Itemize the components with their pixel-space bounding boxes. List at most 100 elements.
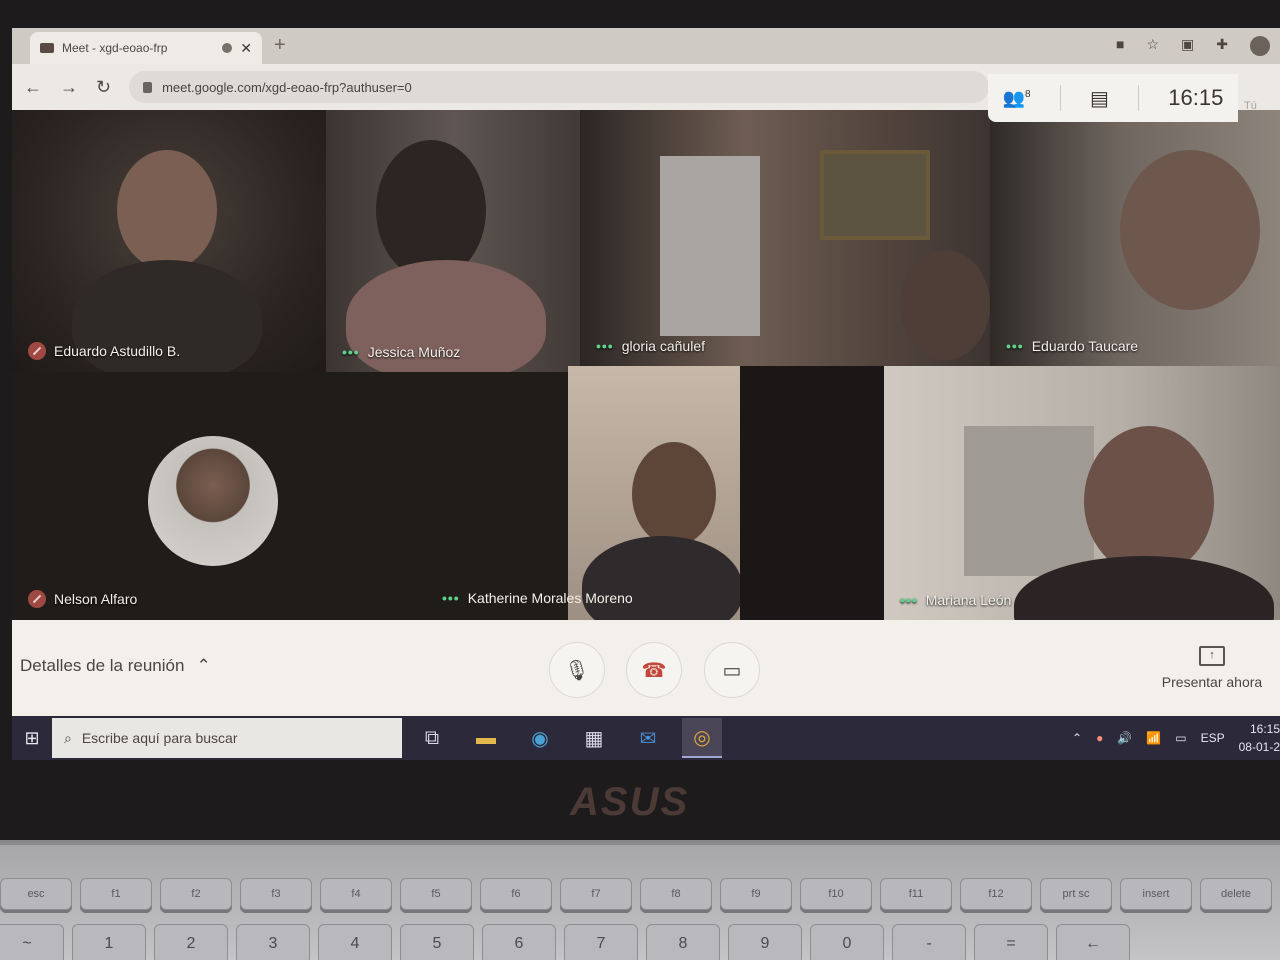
keyboard-key: delete bbox=[1200, 878, 1272, 910]
store-icon[interactable]: ▦ bbox=[574, 718, 614, 758]
keyboard-key: 7 bbox=[564, 924, 638, 960]
meeting-details-label: Detalles de la reunión bbox=[20, 656, 185, 675]
keyboard-key: ~ bbox=[0, 924, 64, 960]
asus-logo: ASUS bbox=[570, 780, 690, 824]
keyboard-key: f8 bbox=[640, 878, 712, 910]
pocket-icon[interactable]: ▣ bbox=[1181, 36, 1194, 56]
present-now-button[interactable]: ↑ Presentar ahora bbox=[1156, 646, 1268, 690]
participant-name-tag: Nelson Alfaro bbox=[28, 590, 137, 608]
participant-name-tag: ••• Jessica Muñoz bbox=[342, 344, 460, 360]
participant-avatar bbox=[148, 436, 278, 566]
tab-close-icon[interactable]: ✕ bbox=[240, 40, 252, 57]
lock-icon bbox=[143, 81, 153, 93]
speaking-indicator-icon: ••• bbox=[900, 592, 918, 608]
participant-tile[interactable]: Eduardo Astudillo B. bbox=[12, 110, 326, 372]
keyboard-key: f11 bbox=[880, 878, 952, 910]
participant-name: Jessica Muñoz bbox=[367, 344, 461, 360]
keyboard-key: 9 bbox=[728, 924, 802, 960]
tab-title: Meet - xgd-eoao-frp bbox=[62, 41, 168, 55]
microphone-icon: 🎙 bbox=[564, 659, 590, 682]
keyboard-key: 3 bbox=[236, 924, 310, 960]
keyboard-key: - bbox=[892, 924, 966, 960]
speaking-indicator-icon: ••• bbox=[442, 590, 460, 606]
camera-icon[interactable]: ■ bbox=[1116, 36, 1124, 56]
meeting-details-button[interactable]: Detalles de la reunión ⌃ bbox=[20, 656, 211, 676]
laptop-screen: Meet - xgd-eoao-frp ✕ + ■ ☆ ▣ ✚ ← → ↻ me… bbox=[12, 28, 1280, 760]
keyboard-key: 0 bbox=[810, 924, 884, 960]
hang-up-icon: ☎ bbox=[641, 659, 667, 682]
keyboard-key: 6 bbox=[482, 924, 556, 960]
meet-favicon-icon bbox=[40, 43, 54, 53]
present-screen-icon: ↑ bbox=[1199, 646, 1225, 666]
keyboard-key: 8 bbox=[646, 924, 720, 960]
participant-video bbox=[376, 140, 486, 280]
participant-tile[interactable] bbox=[568, 366, 740, 620]
language-indicator[interactable]: ESP bbox=[1201, 731, 1225, 745]
background-poster bbox=[964, 426, 1094, 576]
taskbar-date: 08-01-2 bbox=[1238, 740, 1280, 754]
taskbar-search-box[interactable]: ⌕ Escribe aquí para buscar bbox=[52, 718, 402, 758]
profile-avatar[interactable] bbox=[1250, 36, 1270, 56]
participant-count: 8 bbox=[1025, 88, 1031, 100]
edge-browser-icon[interactable]: ◉ bbox=[520, 718, 560, 758]
taskbar-search-placeholder: Escribe aquí para buscar bbox=[81, 730, 238, 746]
new-tab-button[interactable]: + bbox=[274, 34, 286, 57]
browser-extension-area: ■ ☆ ▣ ✚ bbox=[1116, 36, 1270, 56]
meet-top-controls: 👥8 ▤ 16:15 bbox=[988, 74, 1238, 122]
task-view-icon[interactable]: ⧉ bbox=[412, 718, 452, 758]
participant-name: Katherine Morales Moreno bbox=[467, 590, 633, 606]
microphone-button[interactable]: 🎙 bbox=[549, 642, 605, 698]
keyboard-key: 2 bbox=[154, 924, 228, 960]
mail-icon[interactable]: ✉ bbox=[628, 718, 668, 758]
file-explorer-icon[interactable]: ▬ bbox=[466, 718, 506, 758]
participant-tile[interactable]: ••• Mariana León bbox=[884, 366, 1280, 620]
participant-name: Eduardo Astudillo B. bbox=[54, 343, 181, 359]
end-call-button[interactable]: ☎ bbox=[626, 642, 682, 698]
participant-name-tag: ••• gloria cañulef bbox=[596, 338, 705, 354]
browser-tab-meet[interactable]: Meet - xgd-eoao-frp ✕ bbox=[30, 32, 262, 64]
meet-bottom-bar: Detalles de la reunión ⌃ 🎙 ☎ ▭ ↑ Present… bbox=[12, 620, 1280, 716]
windows-start-icon[interactable]: ⊞ bbox=[12, 716, 52, 760]
bookmark-star-icon[interactable]: ☆ bbox=[1146, 36, 1159, 56]
participant-name: Nelson Alfaro bbox=[54, 591, 138, 607]
keyboard-key: f6 bbox=[480, 878, 552, 910]
photo-stage: Meet - xgd-eoao-frp ✕ + ■ ☆ ▣ ✚ ← → ↻ me… bbox=[0, 0, 1280, 960]
participant-name: Mariana León bbox=[925, 592, 1012, 608]
keyboard-key: f2 bbox=[160, 878, 232, 910]
participant-video bbox=[117, 150, 217, 270]
keyboard-key: 4 bbox=[318, 924, 392, 960]
recording-dot-icon bbox=[222, 43, 233, 53]
network-error-icon[interactable]: ● bbox=[1096, 731, 1103, 745]
chrome-icon[interactable]: ◎ bbox=[682, 718, 722, 758]
video-tile-gap bbox=[740, 366, 884, 620]
address-bar[interactable]: meet.google.com/xgd-eoao-frp?authuser=0 bbox=[129, 71, 990, 103]
self-label: Tú bbox=[1244, 100, 1257, 112]
volume-icon[interactable]: 🔊 bbox=[1117, 731, 1132, 745]
participant-tile[interactable]: ••• Jessica Muñoz bbox=[326, 110, 580, 372]
participant-tile[interactable]: Nelson Alfaro bbox=[12, 372, 568, 620]
back-arrow-icon[interactable]: ← bbox=[24, 77, 42, 98]
keyboard-key: esc bbox=[0, 878, 72, 910]
wifi-icon[interactable]: 📶 bbox=[1146, 731, 1161, 745]
participant-tile[interactable]: ••• gloria cañulef bbox=[580, 110, 990, 366]
people-button[interactable]: 👥8 bbox=[1003, 88, 1031, 109]
forward-arrow-icon[interactable]: → bbox=[60, 77, 78, 98]
keyboard-key: f9 bbox=[720, 878, 792, 910]
taskbar-clock[interactable]: 16:15 08-01-2 bbox=[1239, 720, 1280, 756]
reload-icon[interactable]: ↻ bbox=[96, 77, 111, 98]
tray-chevron-up-icon[interactable]: ⌃ bbox=[1072, 731, 1082, 745]
divider bbox=[1059, 85, 1061, 111]
camera-button[interactable]: ▭ bbox=[704, 642, 760, 698]
participant-video bbox=[1120, 150, 1260, 310]
battery-icon[interactable]: ▭ bbox=[1175, 731, 1186, 745]
chat-icon[interactable]: ▤ bbox=[1090, 86, 1109, 111]
speaking-indicator-icon: ••• bbox=[342, 344, 360, 360]
windows-taskbar: ⊞ ⌕ Escribe aquí para buscar ⧉ ▬ ◉ ▦ ✉ ◎… bbox=[12, 716, 1280, 760]
keyboard-key: ← bbox=[1056, 924, 1130, 960]
participant-tile[interactable]: ••• Eduardo Taucare bbox=[990, 110, 1280, 366]
meeting-clock: 16:15 bbox=[1168, 85, 1224, 110]
keyboard-key: f1 bbox=[80, 878, 152, 910]
function-key-row: esc f1 f2 f3 f4 f5 f6 f7 f8 f9 f10 f11 f12 prt sc inse… bbox=[0, 878, 1280, 910]
speaking-indicator-icon: ••• bbox=[596, 338, 614, 354]
extensions-puzzle-icon[interactable]: ✚ bbox=[1216, 36, 1228, 56]
